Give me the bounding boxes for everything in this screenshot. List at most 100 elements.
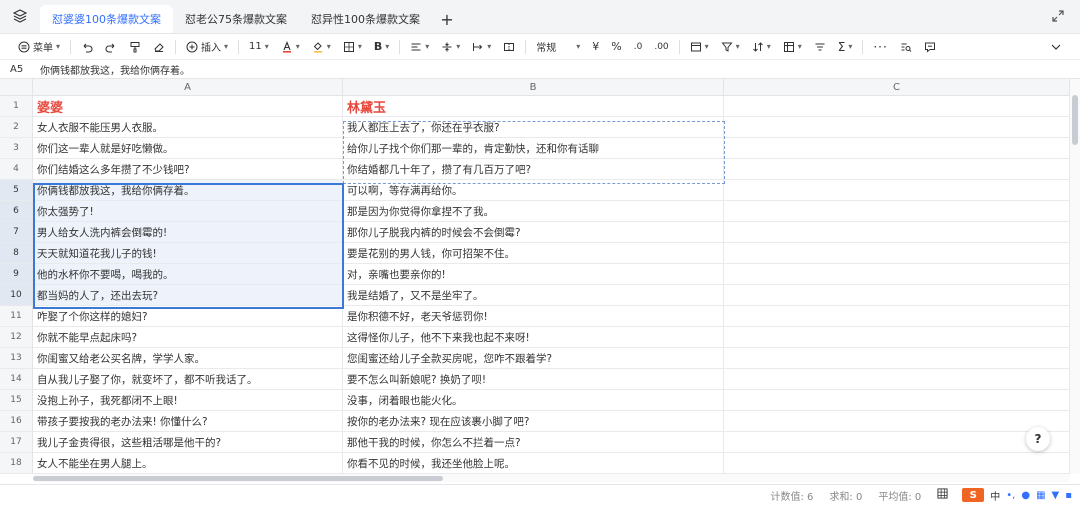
cell-a[interactable]: 没抱上孙子，我死都闭不上眼! [33,390,343,411]
cell-c[interactable] [724,390,1070,411]
cell-c[interactable] [724,306,1070,327]
decimal-decrease-icon[interactable]: .00 [648,36,674,58]
row-header[interactable]: 10 [0,285,33,306]
cell-b[interactable]: 对，亲嘴也要亲你的! [343,264,724,285]
cell-b[interactable]: 可以啊，等存满再给你。 [343,180,724,201]
row-header[interactable]: 18 [0,453,33,474]
grid-view-icon[interactable] [937,488,948,502]
cell-b[interactable]: 按你的老办法来? 现在应该裹小脚了吧? [343,411,724,432]
column-header-a[interactable]: A [33,79,343,96]
row-header[interactable]: 17 [0,432,33,453]
tab-doc-2[interactable]: 怼老公75条爆款文案 [173,5,299,33]
row-header[interactable]: 1 [0,96,33,117]
row-header[interactable]: 16 [0,411,33,432]
freeze-icon[interactable]: ▾ [777,36,808,58]
cell-a[interactable]: 女人不能坐在男人腿上。 [33,453,343,474]
cell-a[interactable]: 他的水杯你不要喝，喝我的。 [33,264,343,285]
row-header[interactable]: 12 [0,327,33,348]
horizontal-scroll-thumb[interactable] [33,476,443,481]
row-header[interactable]: 4 [0,159,33,180]
tab-doc-3[interactable]: 怼异性100条爆款文案 [299,5,432,33]
tab-doc-1[interactable]: 怼婆婆100条爆款文案 [40,5,173,33]
merge-cells-icon[interactable] [497,36,521,58]
redo-icon[interactable] [99,36,123,58]
comment-icon[interactable] [918,36,942,58]
eraser-icon[interactable] [147,36,171,58]
vertical-scroll-thumb[interactable] [1072,95,1078,145]
border-icon[interactable]: ▾ [337,36,368,58]
cell-c[interactable] [724,96,1070,117]
ime-toolbar[interactable]: S 中 •, ● ▦ ▼ ▪ [962,488,1072,503]
font-color-icon[interactable]: ▾ [275,36,306,58]
conditional-format-icon[interactable] [808,36,832,58]
more-icon[interactable]: ··· [867,36,893,58]
row-header[interactable]: 2 [0,117,33,138]
sort-icon[interactable]: ▾ [746,36,777,58]
percent-icon[interactable]: % [605,36,627,58]
microphone-icon[interactable]: ● [1021,490,1030,501]
row-header[interactable]: 3 [0,138,33,159]
cell-c[interactable] [724,411,1070,432]
cell-c[interactable] [724,201,1070,222]
cell-a[interactable]: 都当妈的人了，还出去玩? [33,285,343,306]
cell-a[interactable]: 你们这一辈人就是好吃懒做。 [33,138,343,159]
font-size-select[interactable]: 11 ▾ [243,36,275,58]
cell-b[interactable]: 你看不见的时候，我还坐他脸上呢。 [343,453,724,474]
cell-reference[interactable]: A5 [0,64,34,75]
cell-b[interactable]: 是你积德不好，老天爷惩罚你! [343,306,724,327]
cell-c[interactable] [724,432,1070,453]
row-header[interactable]: 6 [0,201,33,222]
cell-c[interactable] [724,327,1070,348]
filter-icon[interactable]: ▾ [715,36,746,58]
cell-b[interactable]: 那他干我的时候，你怎么不拦着一点? [343,432,724,453]
cell-b[interactable]: 要不怎么叫新娘呢? 换奶了呗! [343,369,724,390]
toolbox-icon[interactable]: ▪ [1065,490,1072,501]
punctuation-icon[interactable]: •, [1006,490,1015,501]
cell-c[interactable] [724,117,1070,138]
cell-c[interactable] [724,243,1070,264]
collapse-toolbar-icon[interactable] [1044,36,1068,58]
cell-c[interactable] [724,138,1070,159]
cell-a[interactable]: 你闺蜜又给老公买名牌，学学人家。 [33,348,343,369]
help-button[interactable]: ? [1026,427,1050,451]
row-header[interactable]: 9 [0,264,33,285]
cell-b[interactable]: 我人都压上去了，你还在乎衣服? [343,117,724,138]
cell-a[interactable]: 带孩子要按我的老办法来! 你懂什么? [33,411,343,432]
column-header-c[interactable]: C [724,79,1070,96]
cell-b[interactable]: 给你儿子找个你们那一辈的，肯定勤快，还和你有话聊 [343,138,724,159]
cell-c[interactable] [724,348,1070,369]
ime-mode[interactable]: 中 [990,488,1000,503]
table-style-icon[interactable]: ▾ [684,36,715,58]
cell-c[interactable] [724,285,1070,306]
cell-b[interactable]: 您闺蜜还给儿子全款买房呢，您咋不跟着学? [343,348,724,369]
cell-c[interactable] [724,264,1070,285]
bold-icon[interactable]: B ▾ [368,36,395,58]
cell-b[interactable]: 你结婚都几十年了，攒了有几百万了吧? [343,159,724,180]
cell-a[interactable]: 你就不能早点起床吗? [33,327,343,348]
currency-icon[interactable]: ¥ [586,36,605,58]
cell-c[interactable] [724,453,1070,474]
add-tab-button[interactable]: + [432,5,462,33]
number-format-select[interactable]: 常规 ▾ [530,36,586,58]
cell-a[interactable]: 自从我儿子娶了你，就变坏了，都不听我话了。 [33,369,343,390]
cell-b[interactable]: 我是结婚了，又不是坐牢了。 [343,285,724,306]
layers-icon[interactable] [0,0,40,33]
undo-icon[interactable] [75,36,99,58]
cell-a[interactable]: 女人衣服不能压男人衣服。 [33,117,343,138]
cell-a[interactable]: 我儿子金贵得很，这些粗活哪是他干的? [33,432,343,453]
menu-button[interactable]: 菜单 ▾ [12,36,66,58]
keyboard-icon[interactable]: ▦ [1036,490,1045,501]
cell-b[interactable]: 这得怪你儿子，他不下来我也起不来呀! [343,327,724,348]
align-left-icon[interactable]: ▾ [404,36,435,58]
cell-b[interactable]: 那你儿子脱我内裤的时候会不会倒霉? [343,222,724,243]
cell-b[interactable]: 那是因为你觉得你拿捏不了我。 [343,201,724,222]
fill-color-icon[interactable]: ▾ [306,36,337,58]
cell-c[interactable] [724,159,1070,180]
cell-a[interactable]: 男人给女人洗内裤会倒霉的! [33,222,343,243]
vertical-align-icon[interactable]: ▾ [435,36,466,58]
cell-a[interactable]: 你俩钱都放我这，我给你俩存着。 [33,180,343,201]
row-header[interactable]: 7 [0,222,33,243]
sum-icon[interactable]: Σ ▾ [832,36,859,58]
format-painter-icon[interactable] [123,36,147,58]
decimal-increase-icon[interactable]: .0 [628,36,649,58]
